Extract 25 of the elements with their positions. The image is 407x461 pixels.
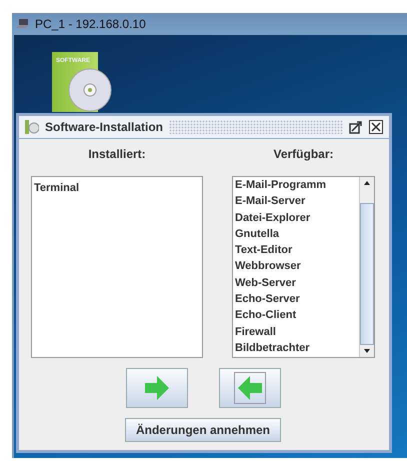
right-arrow-icon (142, 374, 170, 402)
left-arrow-icon (236, 374, 264, 402)
list-item[interactable]: Bildbetrachter (235, 340, 357, 356)
window-title: PC_1 - 192.168.0.10 (35, 17, 146, 31)
close-icon[interactable] (369, 120, 383, 134)
list-item[interactable]: Webbrowser (235, 258, 357, 275)
dialog-title: Software-Installation (45, 120, 164, 134)
list-item[interactable]: Firewall (235, 324, 357, 340)
list-item[interactable]: Echo-Client (235, 307, 357, 324)
scrollbar[interactable] (359, 177, 374, 357)
move-button[interactable] (218, 368, 280, 408)
list-item[interactable]: Web-Server (235, 274, 357, 292)
available-label: Verfügbar: (273, 147, 334, 161)
disc-icon (25, 120, 39, 134)
apply-button[interactable]: Änderungen annehmen (124, 418, 281, 442)
computer-icon (16, 19, 30, 29)
list-item[interactable]: Echo-Server (235, 291, 357, 308)
list-item[interactable]: E-Mail-Server (235, 193, 357, 210)
list-item[interactable]: E-Mail-Programm (235, 177, 357, 194)
list-item[interactable]: Gnutella (235, 226, 357, 242)
installed-label: Installiert: (88, 147, 146, 161)
list-item[interactable]: Datei-Explorer (235, 210, 357, 226)
list-item[interactable]: Terminal (34, 180, 200, 196)
detach-icon[interactable] (349, 120, 363, 134)
list-item[interactable]: Text-Editor (235, 242, 357, 258)
